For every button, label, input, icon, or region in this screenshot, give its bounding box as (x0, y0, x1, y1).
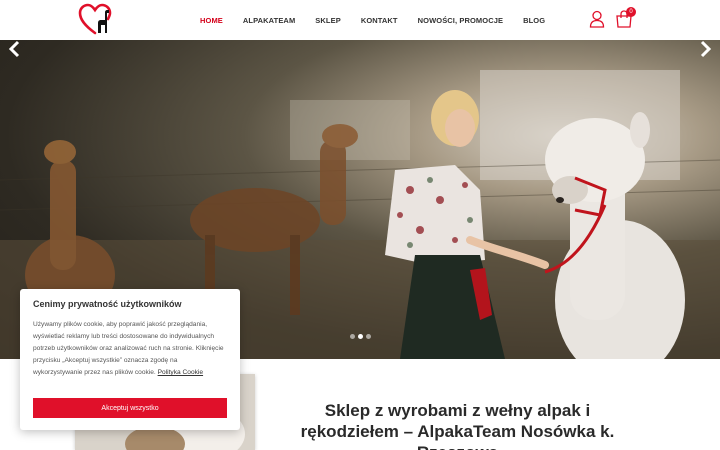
main-nav: HOME ALPAKATEAM SKLEP KONTAKT NOWOŚCI, P… (200, 0, 565, 40)
alpaca-heart-logo[interactable] (78, 3, 112, 37)
slider-dot-2[interactable] (358, 334, 363, 339)
cookie-text-body: Używamy plików cookie, aby poprawić jako… (33, 321, 224, 376)
site-header: HOME ALPAKATEAM SKLEP KONTAKT NOWOŚCI, P… (0, 0, 720, 40)
user-icon[interactable] (589, 10, 605, 28)
chevron-right-icon[interactable] (697, 40, 713, 58)
nav-alpakateam[interactable]: ALPAKATEAM (243, 16, 295, 25)
cookie-text: Używamy plików cookie, aby poprawić jako… (33, 319, 227, 379)
nav-nowosci-promocje[interactable]: NOWOŚCI, PROMOCJE (418, 16, 503, 25)
slider-dot-1[interactable] (350, 334, 355, 339)
cookie-policy-link[interactable]: Polityka Cookie (158, 369, 203, 376)
nav-home[interactable]: HOME (200, 16, 223, 25)
cart-count-badge: 0 (626, 7, 636, 17)
accept-all-button[interactable]: Akceptuj wszystko (33, 398, 227, 418)
chevron-left-icon[interactable] (7, 40, 23, 58)
nav-sklep[interactable]: SKLEP (315, 16, 341, 25)
cookie-title: Cenimy prywatność użytkowników (33, 299, 182, 309)
nav-blog[interactable]: BLOG (523, 16, 545, 25)
slider-dot-3[interactable] (366, 334, 371, 339)
page-headline: Sklep z wyrobami z wełny alpak i rękodzi… (300, 401, 615, 450)
cookie-consent-popup: Cenimy prywatność użytkowników Używamy p… (20, 289, 240, 430)
nav-kontakt[interactable]: KONTAKT (361, 16, 398, 25)
slider-dots (350, 334, 371, 339)
